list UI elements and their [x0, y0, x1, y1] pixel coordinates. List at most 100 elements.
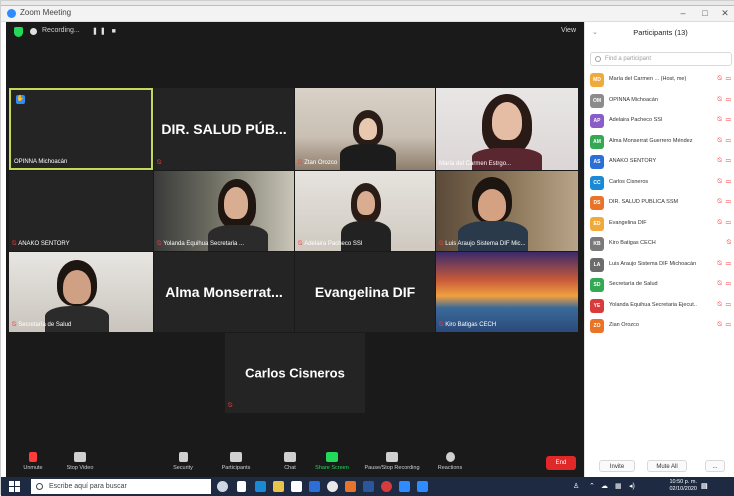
chrome-icon[interactable]: [327, 481, 338, 492]
mute-all-button[interactable]: Mute All: [647, 460, 687, 472]
tile-name: ⍉ Secretaría de Salud: [12, 321, 72, 328]
zoom-meeting-icon[interactable]: [417, 481, 428, 492]
zoom-icon[interactable]: [399, 481, 410, 492]
share-screen-button[interactable]: Share Screen: [312, 452, 352, 471]
video-tile[interactable]: ⍉ Yolanda Equihua Secretaria ...: [154, 171, 294, 251]
meeting-area: Recording... ❚❚ ■ View ✋ OPINNA Michoacá…: [6, 22, 584, 477]
volume-icon[interactable]: ◂): [629, 482, 635, 490]
avatar: AS: [590, 155, 604, 169]
person-icon[interactable]: ♙: [573, 482, 579, 490]
participant-row[interactable]: ZO Zian Orozco ⍉ ▭: [585, 316, 734, 337]
participant-row[interactable]: MD María del Carmen ... (Host, me) ⍉ ▭: [585, 70, 734, 91]
maximize-button[interactable]: □: [695, 7, 715, 20]
panel-footer: Invite Mute All ...: [585, 458, 734, 476]
app-icon[interactable]: [381, 481, 392, 492]
participant-status-icons: ⍉ ▭: [717, 75, 732, 82]
participant-status-icons: ⍉ ▭: [717, 321, 732, 328]
participant-status-icons: ⍉ ▭: [717, 157, 732, 164]
pause-recording-button[interactable]: Pause/Stop Recording: [364, 452, 420, 471]
store-icon[interactable]: [291, 481, 302, 492]
participant-row[interactable]: AS ANAKO SENTORY ⍉ ▭: [585, 152, 734, 173]
participant-face: [63, 270, 91, 304]
reactions-button[interactable]: Reactions: [434, 452, 466, 471]
file-explorer-icon[interactable]: [273, 481, 284, 492]
participant-body: [340, 144, 396, 170]
chevron-up-icon[interactable]: ⌃: [589, 482, 595, 490]
participant-face: [359, 118, 377, 140]
participants-panel: ⌄ Participants (13) Find a participant M…: [584, 22, 734, 477]
participant-name: Kiro Batigas CECH: [609, 240, 656, 246]
participant-name: Adelaira Pacheco SSI: [609, 117, 663, 123]
participant-name: Alma Monserrat Guerrero Méndez: [609, 137, 693, 144]
participant-row[interactable]: CC Carlos Cisneros ⍉ ▭: [585, 173, 734, 194]
avatar: LA: [590, 257, 604, 272]
end-meeting-button[interactable]: End: [546, 456, 576, 470]
taskbar-clock[interactable]: 10:50 p. m. 02/10/2020: [669, 479, 697, 493]
participant-name: Secretaría de Salud: [609, 281, 658, 287]
cortana-icon[interactable]: [217, 481, 228, 492]
search-icon: [595, 56, 601, 62]
app-icon[interactable]: [345, 481, 356, 492]
chat-button[interactable]: Chat: [278, 452, 302, 471]
title-bar: Zoom Meeting – □ ✕: [1, 6, 734, 22]
video-tile[interactable]: ⍉ Ztan Orozco: [295, 88, 435, 170]
video-tile[interactable]: Evangelina DIF: [295, 252, 435, 332]
participant-status-icons: ⍉ ▭: [717, 280, 732, 287]
unmute-button[interactable]: Unmute: [18, 452, 48, 471]
participant-row[interactable]: ED Evangelina DIF ⍉ ▭: [585, 214, 734, 235]
windows-taskbar: Escribe aquí para buscar ♙ ⌃ ☁ ▦ ◂) 10:5…: [1, 477, 734, 496]
video-tile[interactable]: Alma Monserrat...: [154, 252, 294, 332]
video-tile[interactable]: ⍉ Luis Araujo Sistema DIF Mic...: [436, 171, 578, 251]
task-view-icon[interactable]: [237, 481, 246, 492]
edge-icon[interactable]: [255, 481, 266, 492]
video-tile[interactable]: ⍉ Adelaira Pacheco SSI: [295, 171, 435, 251]
zoom-logo-icon: [7, 9, 16, 18]
minimize-button[interactable]: –: [673, 7, 693, 20]
video-tile[interactable]: ⍉ Secretaría de Salud: [9, 252, 153, 332]
mail-icon[interactable]: [309, 481, 320, 492]
notification-icon[interactable]: ▤: [701, 482, 708, 490]
video-tile[interactable]: DIR. SALUD PÚB... ⍉: [154, 88, 294, 170]
recording-controls[interactable]: ❚❚ ■: [92, 27, 118, 35]
participant-row[interactable]: KB Kiro Batigas CECH ⍉: [585, 234, 734, 255]
video-tile[interactable]: ⍉ Kiro Batigas CECH: [436, 252, 578, 332]
video-tile[interactable]: ✋ OPINNA Michoacán: [9, 88, 153, 170]
video-tile[interactable]: María del Carmen Estrgo...: [436, 88, 578, 170]
stop-video-button[interactable]: Stop Video: [62, 452, 98, 471]
participant-status-icons: ⍉ ▭: [717, 259, 732, 267]
avatar: OM: [590, 93, 604, 108]
participant-search-input[interactable]: Find a participant: [590, 52, 732, 66]
avatar: ED: [590, 216, 604, 231]
participant-row[interactable]: YE Yolanda Equihua Secretaria Ejecut... …: [585, 296, 734, 317]
participant-row[interactable]: AM Alma Monserrat Guerrero Méndez ⍉ ▭: [585, 132, 734, 153]
tile-name: ⍉: [228, 402, 232, 410]
participant-row[interactable]: SD Secretaría de Salud ⍉ ▭: [585, 275, 734, 296]
avatar: CC: [590, 175, 604, 190]
avatar: DS: [590, 196, 604, 210]
close-button[interactable]: ✕: [715, 7, 734, 20]
mic-muted-icon: ⍉: [12, 240, 17, 247]
tile-name: ⍉ ANAKO SENTORY: [12, 240, 70, 247]
video-tile[interactable]: Carlos Cisneros ⍉: [225, 333, 365, 413]
participant-row[interactable]: DS DIR. SALUD PÚBLICA SSM ⍉ ▭: [585, 193, 734, 214]
tile-name: ⍉ Adelaira Pacheco SSI: [298, 240, 363, 247]
cloud-icon[interactable]: ☁: [601, 482, 608, 490]
participants-button[interactable]: Participants: [216, 452, 256, 471]
view-button[interactable]: View: [561, 27, 576, 34]
taskbar-search-input[interactable]: Escribe aquí para buscar: [31, 479, 211, 494]
invite-button[interactable]: Invite: [599, 460, 635, 472]
participant-row[interactable]: OM OPINNA Michoacán ⍉ ▭: [585, 91, 734, 112]
video-tile[interactable]: ⍉ ANAKO SENTORY: [9, 171, 153, 251]
word-icon[interactable]: [363, 481, 374, 492]
participant-name: ANAKO SENTORY: [609, 158, 657, 164]
windows-start-icon[interactable]: [9, 481, 20, 492]
participant-status-icons: ⍉: [726, 239, 732, 246]
participant-status-icons: ⍉ ▭: [717, 218, 732, 226]
security-button[interactable]: Security: [168, 452, 198, 471]
network-icon[interactable]: ▦: [615, 482, 622, 490]
tile-display-name: Evangelina DIF: [314, 284, 416, 300]
shield-icon[interactable]: [14, 27, 23, 37]
participant-row[interactable]: AP Adelaira Pacheco SSI ⍉ ▭: [585, 111, 734, 132]
more-options-button[interactable]: ...: [705, 460, 725, 472]
participant-row[interactable]: LA Luis Araujo Sistema DIF Michoacán ⍉ ▭: [585, 255, 734, 276]
